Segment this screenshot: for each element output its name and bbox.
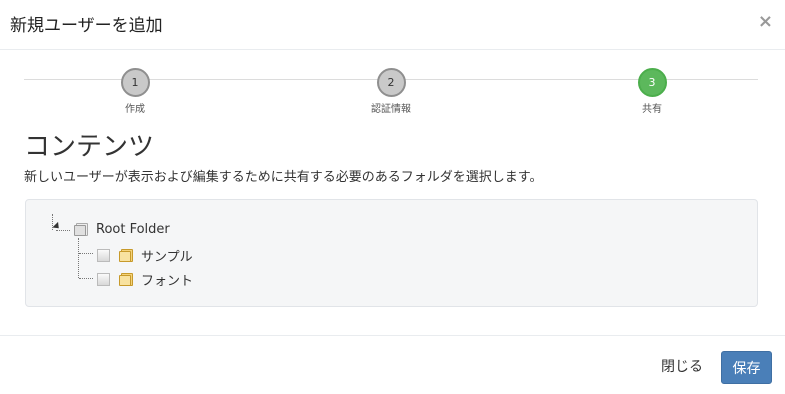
section-title: コンテンツ <box>24 132 155 162</box>
step-1-circle: 1 <box>120 68 150 97</box>
modal-title: 新規ユーザーを追加 <box>10 16 163 36</box>
tree-node-sample[interactable]: サンプル <box>97 246 193 265</box>
tree-node-font[interactable]: フォント <box>97 270 193 289</box>
folder-icon <box>119 273 135 286</box>
tree-node-font-label: フォント <box>141 274 194 289</box>
tree-node-font-checkbox[interactable] <box>97 273 110 286</box>
tree-node-root-label: Root Folder <box>96 222 170 237</box>
modal-header: 新規ユーザーを追加 × <box>0 0 785 50</box>
tree-line <box>78 238 79 278</box>
step-3: 3 共有 <box>612 68 692 115</box>
stepper: 1 作成 2 認証情報 3 共有 <box>24 64 758 115</box>
tree-line <box>79 253 93 254</box>
step-2-circle: 2 <box>376 68 406 97</box>
tree-line <box>56 230 70 231</box>
step-2: 2 認証情報 <box>351 68 431 115</box>
save-button[interactable]: 保存 <box>721 351 772 384</box>
step-3-circle: 3 <box>637 68 667 97</box>
step-1: 1 作成 <box>95 68 175 115</box>
close-icon[interactable]: × <box>758 11 773 32</box>
tree-line <box>79 278 93 279</box>
tree-node-sample-label: サンプル <box>141 250 193 265</box>
tree-node-sample-checkbox[interactable] <box>97 249 110 262</box>
tree-line <box>52 214 53 230</box>
modal-footer: 閉じる 保存 <box>0 335 785 394</box>
folder-icon <box>119 249 135 262</box>
close-button[interactable]: 閉じる <box>661 356 703 376</box>
section-description: 新しいユーザーが表示および編集するために共有する必要のあるフォルダを選択します。 <box>24 170 543 185</box>
step-2-label: 認証情報 <box>371 104 411 115</box>
tree-node-root[interactable]: Root Folder <box>74 222 170 237</box>
folder-icon <box>74 223 90 236</box>
step-3-label: 共有 <box>642 104 662 115</box>
folder-tree: Root Folder サンプル フォント <box>25 199 758 307</box>
step-1-label: 作成 <box>125 104 145 115</box>
